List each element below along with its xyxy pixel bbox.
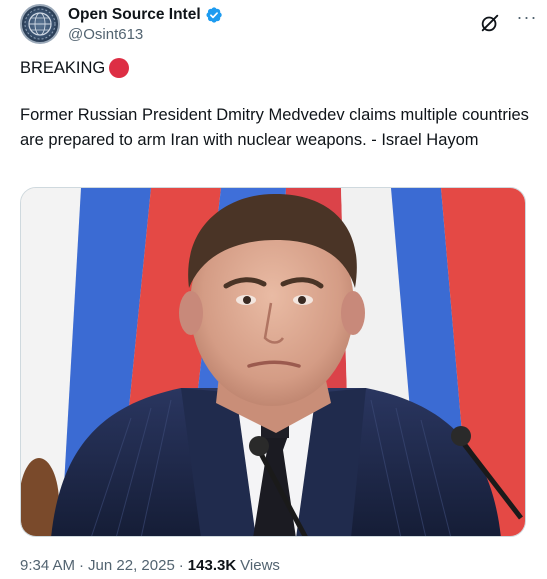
tweet-date[interactable]: Jun 22, 2025	[88, 557, 175, 574]
more-icon[interactable]: ···	[514, 8, 540, 32]
views-label: Views	[240, 557, 280, 574]
globe-emblem-icon	[24, 8, 56, 40]
views-count: 143.3K	[187, 557, 237, 574]
verified-badge-icon[interactable]	[205, 6, 223, 24]
tweet-time[interactable]: 9:34 AM	[20, 557, 75, 574]
tweet-meta: 9:34 AM · Jun 22, 2025 · 143.3K Views	[20, 557, 280, 574]
meta-separator: ·	[178, 557, 184, 574]
name-row: Open Source Intel	[68, 6, 223, 24]
breaking-label: BREAKING	[20, 58, 106, 77]
tweet-text: Former Russian President Dmitry Medvedev…	[20, 106, 529, 149]
breaking-line: BREAKING	[20, 58, 130, 78]
author-handle[interactable]: @Osint613	[68, 26, 143, 43]
medvedev-photo	[21, 188, 525, 536]
tweet: Open Source Intel @Osint613 ··· BREAKING…	[0, 0, 547, 579]
author-display-name[interactable]: Open Source Intel	[68, 6, 201, 24]
red-circle-icon	[109, 58, 130, 78]
avatar[interactable]	[20, 4, 60, 44]
tweet-photo[interactable]	[20, 187, 526, 537]
tweet-header: Open Source Intel @Osint613 ···	[20, 4, 536, 48]
meta-separator: ·	[79, 557, 85, 574]
grok-icon[interactable]	[479, 12, 501, 34]
